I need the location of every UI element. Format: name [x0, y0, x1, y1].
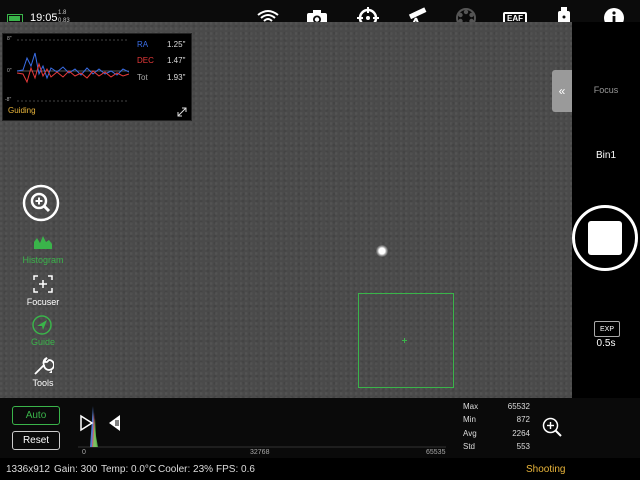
status-bar: 1336x912 Gain: 300 Temp: 0.0°C Cooler: 2… [0, 458, 640, 480]
stat-min-value: 872 [516, 415, 530, 424]
stat-max-label: Max [463, 402, 479, 411]
guide-axis-top: 8" [7, 36, 12, 42]
guide-tool[interactable]: Guide [12, 315, 72, 347]
exp-badge: EXP [599, 325, 614, 333]
expand-icon[interactable] [177, 104, 187, 117]
shutter-button[interactable] [572, 205, 638, 271]
guide-graph [17, 39, 129, 102]
collapse-panel-button[interactable]: « [552, 70, 572, 112]
guide-icon [32, 315, 52, 335]
double-chevron-left-icon: « [558, 84, 566, 98]
guiding-panel[interactable]: 8" 0" -8" RA 1.25" DEC 1.47" Tot 1.93" G… [2, 33, 192, 121]
status-gain: Gain: 300 [54, 464, 98, 475]
hist-tick-min: 0 [82, 449, 86, 456]
guide-dec-line [17, 62, 129, 84]
focuser-label: Focuser [26, 297, 60, 307]
focus-label[interactable]: Focus [572, 85, 640, 95]
hist-tick-mid: 32768 [250, 449, 270, 456]
stop-icon [588, 221, 622, 255]
star [376, 245, 388, 257]
dec-value: 1.47" [167, 56, 186, 65]
dec-label: DEC [137, 56, 154, 65]
hist-tick-max: 65535 [426, 449, 446, 456]
zoom-in-icon [22, 184, 60, 222]
exposure-control[interactable]: EXP [594, 321, 620, 337]
stat-max-value: 65532 [507, 402, 530, 411]
ra-label: RA [137, 40, 149, 49]
status-cooler: Cooler: 23% [158, 464, 214, 475]
focuser-icon [33, 275, 53, 293]
status-resolution: 1336x912 [6, 464, 50, 475]
right-panel: « Focus Bin1 EXP 0.5s [552, 22, 640, 398]
focuser-tool[interactable]: Focuser [12, 275, 72, 307]
status-temp: Temp: 0.0°C [101, 464, 157, 475]
tot-value: 1.93" [167, 73, 186, 82]
zoom-in-icon [542, 417, 562, 437]
tools-label: Tools [32, 378, 54, 388]
guide-star-crosshair [402, 338, 407, 343]
guide-axis-bot: -8" [5, 97, 12, 103]
wrench-icon [34, 357, 54, 375]
zoom-button[interactable] [22, 184, 60, 222]
histogram-tool[interactable]: Histogram [12, 234, 72, 266]
auto-label: Auto [25, 410, 47, 421]
stat-a: 1.8 [58, 10, 67, 16]
reset-label: Reset [22, 435, 50, 446]
status-fps: FPS: 0.6 [216, 464, 255, 475]
ra-value: 1.25" [167, 40, 186, 49]
bin-label[interactable]: Bin1 [572, 150, 640, 161]
guide-label: Guide [30, 337, 56, 347]
histogram-left-handle [80, 414, 94, 432]
histogram-graph[interactable] [78, 400, 446, 448]
tools-tool[interactable]: Tools [12, 355, 72, 388]
auto-button[interactable]: Auto [12, 406, 60, 425]
guide-axis-mid: 0" [7, 68, 12, 74]
status-mode: Shooting [526, 464, 566, 475]
histogram-icon [34, 236, 52, 249]
histogram-zoom-button[interactable] [542, 417, 562, 437]
reset-button[interactable]: Reset [12, 431, 60, 450]
tot-label: Tot [137, 73, 148, 82]
stat-std-value: 553 [516, 442, 530, 451]
stat-min-label: Min [463, 415, 476, 424]
exposure-value: 0.5s [596, 338, 616, 349]
histogram-panel: Auto Reset 0 32768 65535 Max 65532 Min 8… [0, 398, 640, 458]
stat-avg-value: 2264 [512, 429, 530, 438]
stat-avg-label: Avg [463, 429, 477, 438]
histogram-label: Histogram [22, 255, 64, 265]
stat-std-label: Std [463, 442, 476, 451]
guiding-title: Guiding [8, 106, 36, 115]
